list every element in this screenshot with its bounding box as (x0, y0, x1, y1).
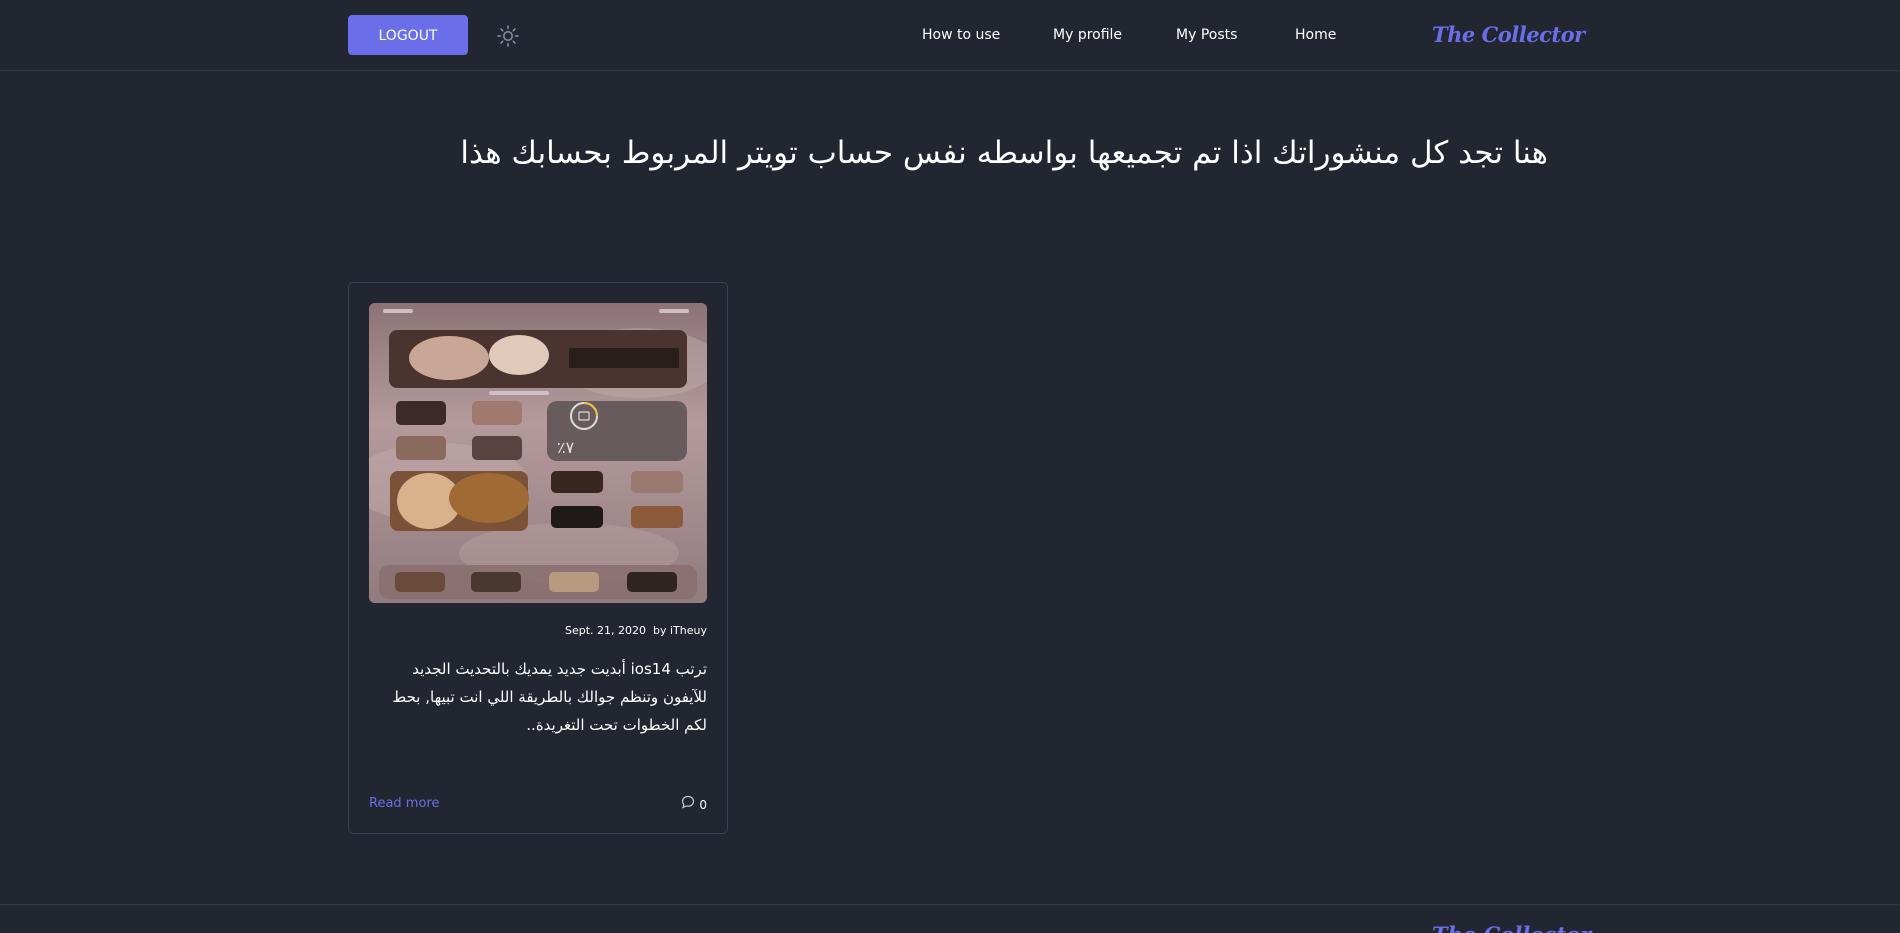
svg-text:٪٧: ٪٧ (557, 438, 575, 457)
comment-count-value: 0 (699, 797, 707, 812)
nav-home[interactable]: Home (1295, 24, 1336, 46)
post-date: Sept. 21, 2020 (565, 624, 647, 637)
post-image[interactable]: ٪٧ (369, 303, 707, 603)
top-navbar: LOGOUT How to use My profile My Posts Ho… (0, 0, 1900, 71)
post-card: ٪٧ Sept. 21, 2020 by iTheuy ترتب ios14 أ… (348, 282, 728, 834)
comment-bubble-icon (681, 795, 695, 814)
logout-button[interactable]: LOGOUT (348, 15, 468, 55)
sun-icon[interactable] (496, 24, 520, 48)
footer-brand-logo[interactable]: The Collector (1432, 919, 1591, 933)
post-author[interactable]: by iTheuy (653, 623, 707, 639)
comment-count: 0 (681, 795, 707, 814)
footer: The Collector (0, 904, 1900, 933)
page-title: هنا تجد كل منشوراتك اذا تم تجميعها بواسط… (460, 135, 1548, 171)
brand-logo[interactable]: The Collector (1432, 19, 1585, 51)
post-excerpt: ترتب ios14 أبديت جديد يمديك بالتحديث الج… (392, 660, 707, 734)
nav-my-profile[interactable]: My profile (1053, 24, 1122, 46)
read-more-link[interactable]: Read more (369, 795, 439, 813)
nav-my-posts[interactable]: My Posts (1176, 24, 1237, 46)
nav-how-to-use[interactable]: How to use (922, 24, 1000, 46)
